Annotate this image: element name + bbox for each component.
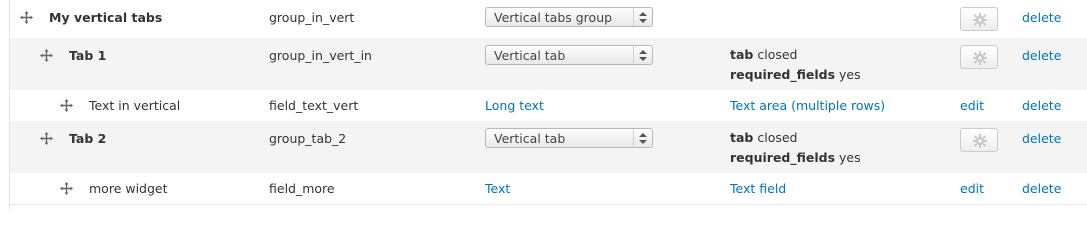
edit-link[interactable]: edit — [960, 98, 984, 113]
format-summary: tab closed required_fields yes — [730, 128, 861, 168]
settings-button[interactable] — [960, 45, 998, 69]
widget-link[interactable]: Text area (multiple rows) — [730, 98, 885, 113]
settings-button[interactable] — [960, 128, 998, 152]
drag-handle-icon[interactable] — [40, 132, 53, 145]
widget-select[interactable]: Vertical tabs group — [485, 7, 653, 27]
edit-link[interactable]: edit — [960, 181, 984, 196]
select-arrows-icon — [633, 8, 652, 26]
format-summary: tab closed required_fields yes — [730, 45, 861, 85]
delete-link[interactable]: delete — [1022, 181, 1061, 196]
table-row: Tab 1 group_in_vert_in Vertical tab tab … — [10, 38, 1087, 91]
field-groups-table: My vertical tabs group_in_vert Vertical … — [9, 0, 1087, 209]
summary-line: required_fields yes — [730, 150, 861, 165]
select-arrows-icon — [633, 46, 652, 64]
machine-name: group_in_vert_in — [269, 48, 372, 63]
summary-line: tab closed — [730, 130, 798, 145]
delete-link[interactable]: delete — [1022, 131, 1061, 146]
delete-link[interactable]: delete — [1022, 48, 1061, 63]
delete-link[interactable]: delete — [1022, 98, 1061, 113]
drag-handle-icon[interactable] — [60, 99, 73, 112]
table-row: Tab 2 group_tab_2 Vertical tab tab close… — [10, 121, 1087, 174]
gear-icon — [973, 134, 987, 148]
drag-handle-icon[interactable] — [40, 49, 53, 62]
widget-link[interactable]: Text field — [730, 181, 786, 196]
field-label: more widget — [89, 181, 168, 196]
group-label: My vertical tabs — [49, 10, 163, 25]
summary-line: tab closed — [730, 47, 798, 62]
widget-select-value: Vertical tab — [494, 48, 566, 63]
machine-name: group_in_vert — [269, 10, 355, 25]
group-label: Tab 1 — [69, 48, 107, 63]
widget-select-value: Vertical tabs group — [494, 10, 613, 25]
settings-button[interactable] — [960, 7, 998, 31]
summary-line: required_fields yes — [730, 67, 861, 82]
drag-handle-icon[interactable] — [20, 11, 33, 24]
field-type-link[interactable]: Long text — [485, 98, 544, 113]
table-row: more widget field_more Text Text field e… — [10, 173, 1087, 205]
machine-name: field_text_vert — [269, 98, 359, 113]
group-label: Tab 2 — [69, 131, 107, 146]
gear-icon — [973, 13, 987, 27]
select-arrows-icon — [633, 129, 652, 147]
field-label: Text in vertical — [89, 98, 181, 113]
widget-select[interactable]: Vertical tab — [485, 45, 653, 65]
table-row: My vertical tabs group_in_vert Vertical … — [10, 0, 1087, 39]
field-type-link[interactable]: Text — [485, 181, 510, 196]
widget-select[interactable]: Vertical tab — [485, 128, 653, 148]
delete-link[interactable]: delete — [1022, 10, 1061, 25]
drag-handle-icon[interactable] — [60, 182, 73, 195]
machine-name: field_more — [269, 181, 335, 196]
machine-name: group_tab_2 — [269, 131, 347, 146]
gear-icon — [973, 51, 987, 65]
table-row: Text in vertical field_text_vert Long te… — [10, 90, 1087, 122]
widget-select-value: Vertical tab — [494, 131, 566, 146]
